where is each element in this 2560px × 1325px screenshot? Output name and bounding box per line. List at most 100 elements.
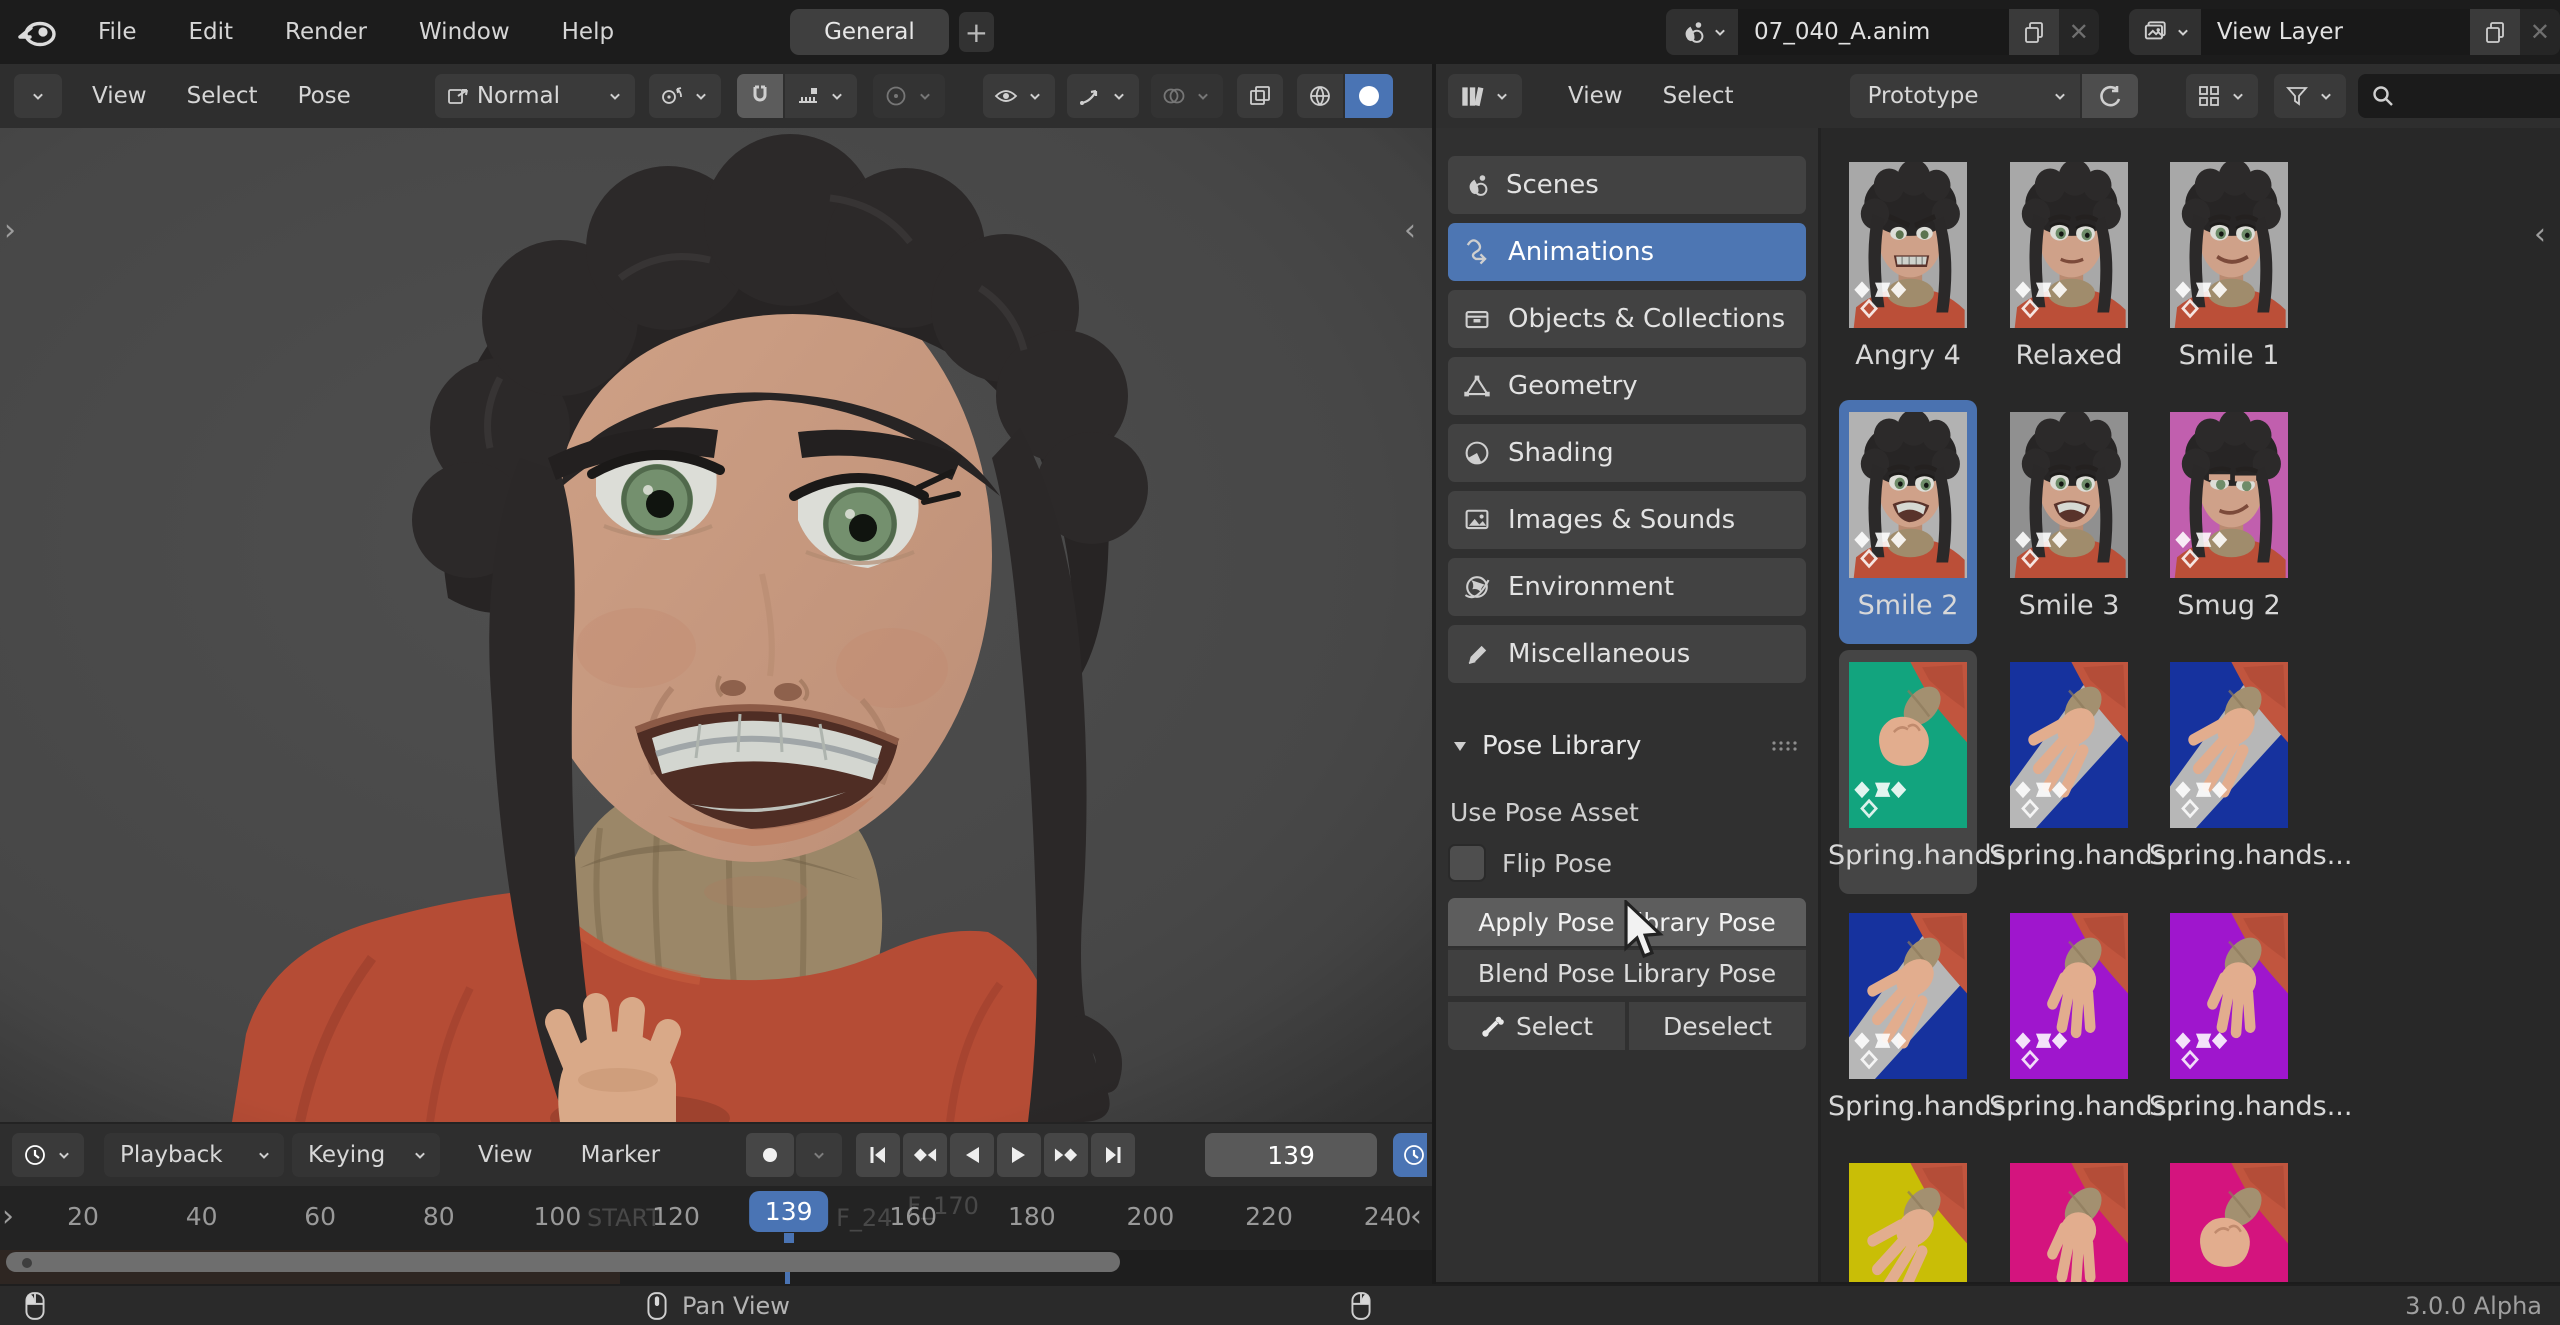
timeline-header: Playback Keying View Marker 139 bbox=[0, 1122, 1432, 1186]
keying-menu[interactable]: Keying bbox=[292, 1133, 440, 1177]
category-item-scenes[interactable]: Scenes bbox=[1448, 156, 1806, 214]
asset-thumbnail[interactable] bbox=[1849, 162, 1967, 328]
asset-label: Smile 3 bbox=[1989, 590, 2149, 621]
search-input[interactable] bbox=[2406, 83, 2560, 110]
category-item-animations[interactable]: Animations bbox=[1448, 223, 1806, 281]
menu-help[interactable]: Help bbox=[536, 19, 640, 45]
scene-name-field[interactable]: 07_040_A.anim bbox=[1738, 9, 2009, 55]
chevron-down-icon bbox=[1025, 86, 1045, 106]
current-frame-field[interactable]: 139 bbox=[1205, 1133, 1377, 1177]
region-expand-arrow[interactable]: › bbox=[2, 1202, 14, 1232]
view-layer-name-field[interactable]: View Layer bbox=[2201, 9, 2470, 55]
filter-dropdown[interactable] bbox=[2274, 74, 2346, 118]
asset-thumbnail[interactable] bbox=[2010, 913, 2128, 1079]
category-item-images-sounds[interactable]: Images & Sounds bbox=[1448, 491, 1806, 549]
menu-marker[interactable]: Marker bbox=[561, 1142, 681, 1168]
search-field[interactable] bbox=[2358, 74, 2560, 118]
transform-orientation-dropdown[interactable]: Normal bbox=[435, 74, 635, 118]
display-mode-dropdown[interactable] bbox=[2186, 74, 2258, 118]
current-frame-badge[interactable]: 139 bbox=[749, 1191, 829, 1232]
playback-menu[interactable]: Playback bbox=[104, 1133, 284, 1177]
transform-orientation-icon bbox=[445, 83, 471, 109]
asset-label: Angry 4 bbox=[1828, 340, 1988, 371]
overlays-dropdown[interactable] bbox=[1151, 74, 1223, 118]
refresh-library-button[interactable] bbox=[2082, 74, 2138, 118]
pose-library-panel-header[interactable]: Pose Library bbox=[1436, 722, 1818, 770]
timeline-scrollbar-thumb[interactable] bbox=[6, 1252, 1120, 1272]
menu-window[interactable]: Window bbox=[393, 19, 536, 45]
editor-type-button[interactable] bbox=[12, 1133, 84, 1177]
asset-thumbnail[interactable] bbox=[2170, 662, 2288, 828]
toolbar-expand-arrow[interactable]: › bbox=[4, 216, 16, 246]
add-workspace-button[interactable]: + bbox=[959, 12, 994, 52]
gizmo-dropdown[interactable] bbox=[1067, 74, 1139, 118]
category-item-environment[interactable]: Environment bbox=[1448, 558, 1806, 616]
jump-to-start-button[interactable] bbox=[856, 1133, 900, 1177]
proportional-edit-dropdown[interactable] bbox=[873, 74, 945, 118]
menu-view[interactable]: View bbox=[1548, 83, 1643, 109]
asset-thumbnail[interactable] bbox=[2010, 412, 2128, 578]
blender-window: File Edit Render Window Help General + 0… bbox=[0, 0, 2560, 1325]
region-separator[interactable] bbox=[1432, 64, 1436, 1284]
asset-thumbnail[interactable] bbox=[2170, 162, 2288, 328]
asset-thumbnail[interactable] bbox=[2010, 1163, 2128, 1282]
asset-thumbnail[interactable] bbox=[2170, 1163, 2288, 1282]
scene-icon-button[interactable] bbox=[1666, 9, 1738, 55]
jump-to-end-button[interactable] bbox=[1091, 1133, 1135, 1177]
editor-type-button[interactable] bbox=[1448, 74, 1522, 118]
menu-render[interactable]: Render bbox=[259, 19, 393, 45]
object-visibility-dropdown[interactable] bbox=[983, 74, 1055, 118]
timeline-ruler[interactable]: › ‹ 20406080100120160180200220240STARTF_… bbox=[0, 1186, 1432, 1250]
scene-copy-button[interactable] bbox=[2009, 9, 2059, 55]
region-expand-arrow[interactable]: ‹ bbox=[1410, 1202, 1422, 1232]
menu-select[interactable]: Select bbox=[1643, 83, 1754, 109]
snap-target-dropdown[interactable] bbox=[785, 74, 857, 118]
menu-file[interactable]: File bbox=[72, 19, 163, 45]
editor-type-button[interactable] bbox=[14, 74, 62, 118]
asset-source-dropdown[interactable]: Prototype bbox=[1850, 74, 2080, 118]
grid-display-icon bbox=[2196, 83, 2222, 109]
flip-pose-checkbox[interactable] bbox=[1448, 844, 1486, 882]
menu-select[interactable]: Select bbox=[167, 83, 278, 109]
deselect-bones-button[interactable]: Deselect bbox=[1629, 1002, 1806, 1050]
asset-thumbnail[interactable] bbox=[2010, 662, 2128, 828]
view-layer-unlink-button[interactable]: ✕ bbox=[2520, 9, 2560, 55]
play-button[interactable] bbox=[997, 1133, 1041, 1177]
wireframe-shading-button[interactable] bbox=[1297, 74, 1343, 118]
category-item-miscellaneous[interactable]: Miscellaneous bbox=[1448, 625, 1806, 683]
asset-thumbnail[interactable] bbox=[2010, 162, 2128, 328]
panel-grip-icon[interactable] bbox=[1770, 738, 1802, 754]
region-expand-arrow[interactable]: ‹ bbox=[2534, 220, 2546, 250]
category-item-shading[interactable]: Shading bbox=[1448, 424, 1806, 482]
snap-toggle-button[interactable] bbox=[737, 74, 783, 118]
sidebar-expand-arrow[interactable]: ‹ bbox=[1404, 216, 1416, 246]
scene-unlink-button[interactable]: ✕ bbox=[2059, 9, 2099, 55]
category-item-geometry[interactable]: Geometry bbox=[1448, 357, 1806, 415]
asset-thumbnail[interactable] bbox=[1849, 913, 1967, 1079]
workspace-tab-general[interactable]: General bbox=[790, 9, 949, 55]
category-item-objects-collections[interactable]: Objects & Collections bbox=[1448, 290, 1806, 348]
prev-keyframe-button[interactable] bbox=[903, 1133, 947, 1177]
menu-edit[interactable]: Edit bbox=[163, 19, 260, 45]
menu-view[interactable]: View bbox=[458, 1142, 553, 1168]
menu-pose[interactable]: Pose bbox=[278, 83, 371, 109]
solid-shading-button[interactable] bbox=[1345, 74, 1393, 118]
view-layer-icon-button[interactable] bbox=[2129, 9, 2201, 55]
viewport-3d[interactable]: › ‹ bbox=[0, 128, 1432, 1122]
xray-toggle-button[interactable] bbox=[1237, 74, 1283, 118]
keying-set-dropdown[interactable] bbox=[796, 1133, 842, 1177]
frame-start-field-partial[interactable] bbox=[1393, 1133, 1427, 1177]
view-layer-copy-button[interactable] bbox=[2470, 9, 2520, 55]
asset-thumbnail[interactable] bbox=[2170, 913, 2288, 1079]
next-keyframe-button[interactable] bbox=[1044, 1133, 1088, 1177]
pivot-point-dropdown[interactable] bbox=[649, 74, 721, 118]
menu-view[interactable]: View bbox=[72, 83, 167, 109]
play-reverse-button[interactable] bbox=[950, 1133, 994, 1177]
asset-thumbnail[interactable] bbox=[1849, 412, 1967, 578]
blender-logo-icon[interactable] bbox=[16, 14, 58, 50]
asset-thumbnail[interactable] bbox=[1849, 1163, 1967, 1282]
asset-thumbnail[interactable] bbox=[1849, 662, 1967, 828]
auto-keying-record-button[interactable] bbox=[746, 1133, 794, 1177]
select-bones-button[interactable]: Select bbox=[1448, 1002, 1625, 1050]
asset-thumbnail[interactable] bbox=[2170, 412, 2288, 578]
